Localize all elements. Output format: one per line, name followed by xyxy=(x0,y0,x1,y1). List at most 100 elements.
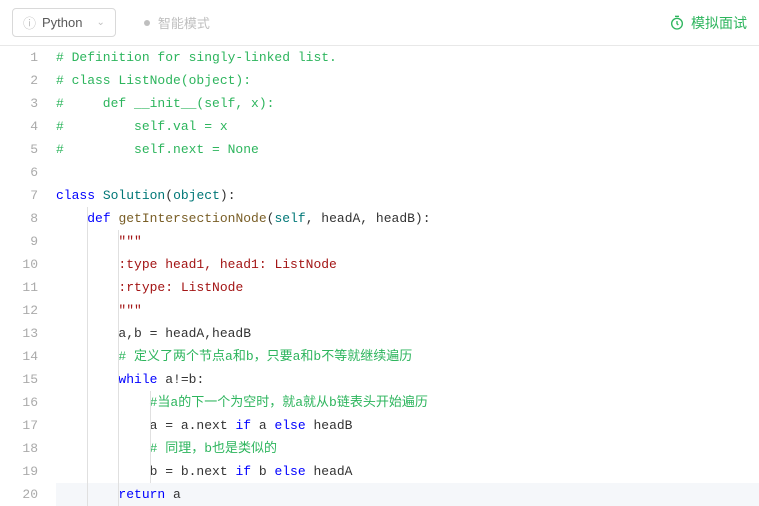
code-token: # def __init__(self, x): xyxy=(56,96,274,111)
code-line[interactable]: while a!=b: xyxy=(56,368,759,391)
language-selector[interactable]: ⓘ Python ⌄ xyxy=(12,8,116,37)
indent-guide xyxy=(150,391,151,414)
line-number: 20 xyxy=(0,483,38,506)
code-line[interactable]: # 定义了两个节点a和b，只要a和b不等就继续遍历 xyxy=(56,345,759,368)
code-token: getIntersectionNode xyxy=(118,211,266,226)
indent-guide xyxy=(150,437,151,460)
chevron-down-icon: ⌄ xyxy=(97,17,105,28)
code-token xyxy=(56,441,150,456)
code-token: a,b = headA,headB xyxy=(56,326,251,341)
code-token: a xyxy=(165,487,181,502)
code-line[interactable]: #当a的下一个为空时，就a就从b链表头开始遍历 xyxy=(56,391,759,414)
indent-guide xyxy=(118,322,119,345)
line-number: 14 xyxy=(0,345,38,368)
line-number-gutter: 1234567891011121314151617181920 xyxy=(0,46,48,506)
line-number: 17 xyxy=(0,414,38,437)
line-number: 18 xyxy=(0,437,38,460)
code-token: #当a的下一个为空时，就a就从b链表头开始遍历 xyxy=(150,395,428,410)
code-token: """ xyxy=(118,234,141,249)
code-line[interactable]: a = a.next if a else headB xyxy=(56,414,759,437)
mock-interview-label: 模拟面试 xyxy=(691,13,747,33)
status-dot-icon xyxy=(144,20,150,26)
code-token: if xyxy=(235,418,251,433)
line-number: 12 xyxy=(0,299,38,322)
clock-icon xyxy=(669,15,685,31)
indent-guide xyxy=(118,414,119,437)
indent-guide xyxy=(150,460,151,483)
code-token: # Definition for singly-linked list. xyxy=(56,50,337,65)
line-number: 1 xyxy=(0,46,38,69)
mode-indicator[interactable]: 智能模式 xyxy=(144,13,210,32)
indent-guide xyxy=(87,460,88,483)
mock-interview-button[interactable]: 模拟面试 xyxy=(669,13,747,33)
indent-guide xyxy=(118,345,119,368)
code-token: else xyxy=(274,418,305,433)
line-number: 5 xyxy=(0,138,38,161)
code-token: a = a.next xyxy=(56,418,235,433)
line-number: 19 xyxy=(0,460,38,483)
code-token: if xyxy=(235,464,251,479)
code-token xyxy=(56,395,150,410)
line-number: 11 xyxy=(0,276,38,299)
indent-guide xyxy=(87,230,88,253)
code-line[interactable]: # self.val = x xyxy=(56,115,759,138)
code-token: # class ListNode(object): xyxy=(56,73,251,88)
line-number: 6 xyxy=(0,161,38,184)
indent-guide xyxy=(87,391,88,414)
indent-guide xyxy=(118,299,119,322)
mode-label: 智能模式 xyxy=(158,13,210,32)
code-token: # self.val = x xyxy=(56,119,228,134)
code-token: b = b.next xyxy=(56,464,235,479)
indent-guide xyxy=(118,483,119,506)
line-number: 2 xyxy=(0,69,38,92)
code-token: # self.next = None xyxy=(56,142,259,157)
code-token: headB xyxy=(306,418,353,433)
code-line[interactable]: """ xyxy=(56,230,759,253)
code-token: self xyxy=(274,211,305,226)
code-token: # 定义了两个节点a和b，只要a和b不等就继续遍历 xyxy=(118,349,412,364)
line-number: 10 xyxy=(0,253,38,276)
code-token: headA xyxy=(306,464,353,479)
indent-guide xyxy=(150,414,151,437)
code-line[interactable]: # Definition for singly-linked list. xyxy=(56,46,759,69)
code-token: while xyxy=(118,372,157,387)
code-line[interactable]: :type head1, head1: ListNode xyxy=(56,253,759,276)
code-line[interactable]: def getIntersectionNode(self, headA, hea… xyxy=(56,207,759,230)
code-line[interactable]: a,b = headA,headB xyxy=(56,322,759,345)
code-token: Solution xyxy=(103,188,165,203)
code-token: a!=b: xyxy=(157,372,204,387)
code-line[interactable]: # def __init__(self, x): xyxy=(56,92,759,115)
code-line[interactable]: # class ListNode(object): xyxy=(56,69,759,92)
code-token: :type head1, head1: ListNode xyxy=(118,257,336,272)
code-line[interactable]: # 同理，b也是类似的 xyxy=(56,437,759,460)
indent-guide xyxy=(87,253,88,276)
code-line[interactable]: return a xyxy=(56,483,759,506)
line-number: 16 xyxy=(0,391,38,414)
code-token: def xyxy=(87,211,110,226)
indent-guide xyxy=(87,345,88,368)
line-number: 15 xyxy=(0,368,38,391)
code-token: else xyxy=(274,464,305,479)
indent-guide xyxy=(87,483,88,506)
code-token xyxy=(95,188,103,203)
code-token: ( xyxy=(165,188,173,203)
code-line[interactable]: :rtype: ListNode xyxy=(56,276,759,299)
indent-guide xyxy=(87,437,88,460)
indent-guide xyxy=(87,276,88,299)
code-token: a xyxy=(251,418,274,433)
code-line[interactable]: b = b.next if b else headA xyxy=(56,460,759,483)
code-line[interactable]: class Solution(object): xyxy=(56,184,759,207)
info-icon: ⓘ xyxy=(23,13,36,32)
code-token: : xyxy=(228,188,236,203)
code-content[interactable]: # Definition for singly-linked list. # cl… xyxy=(48,46,759,506)
editor-toolbar: ⓘ Python ⌄ 智能模式 模拟面试 xyxy=(0,0,759,46)
language-label: Python xyxy=(42,15,82,30)
code-line[interactable]: # self.next = None xyxy=(56,138,759,161)
indent-guide xyxy=(118,391,119,414)
line-number: 3 xyxy=(0,92,38,115)
indent-guide xyxy=(118,253,119,276)
line-number: 4 xyxy=(0,115,38,138)
code-editor[interactable]: 1234567891011121314151617181920 # Defini… xyxy=(0,46,759,506)
code-line[interactable]: """ xyxy=(56,299,759,322)
code-line[interactable] xyxy=(56,161,759,184)
